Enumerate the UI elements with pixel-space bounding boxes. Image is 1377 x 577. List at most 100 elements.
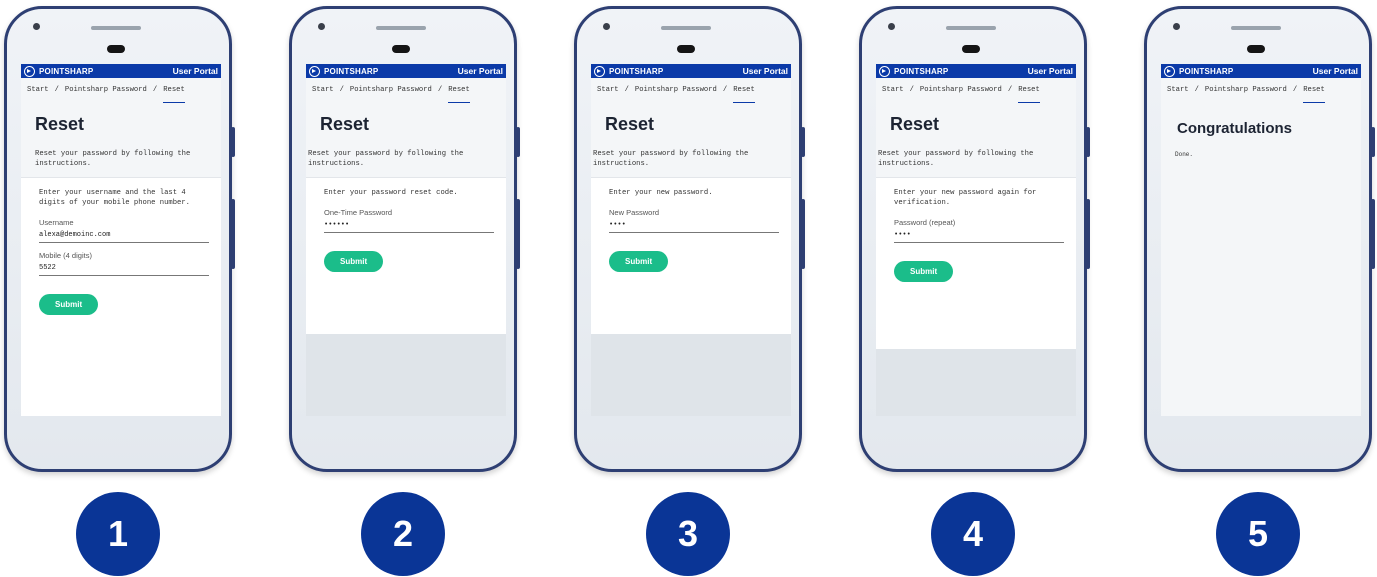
otp-input[interactable]: ••••••: [324, 221, 494, 233]
step-1: POINTSHARP User Portal Start / Pointsharp…: [4, 0, 235, 577]
form-instruction: Enter your username and the last 4 digit…: [39, 189, 190, 207]
top-bar: POINTSHARP User Portal: [1161, 64, 1361, 78]
breadcrumb: Start / Pointsharp Password / Reset: [306, 78, 506, 103]
reset-form: Enter your password reset code. One-Time…: [306, 177, 506, 334]
mobile-label: Mobile (4 digits): [39, 251, 92, 260]
breadcrumb-start[interactable]: Start: [597, 86, 619, 94]
phone-screen: POINTSHARP User Portal Start / Pointsharp…: [306, 64, 506, 416]
submit-button[interactable]: Submit: [324, 251, 384, 272]
page-title: Congratulations: [1177, 120, 1292, 137]
portal-title: User Portal: [172, 66, 218, 76]
earpiece: [107, 45, 125, 53]
speaker-grill: [1231, 26, 1281, 30]
portal-title: User Portal: [1027, 66, 1073, 76]
breadcrumb-start[interactable]: Start: [1167, 86, 1189, 94]
page-description: Reset your password by following the ins…: [593, 150, 749, 168]
speaker-grill: [946, 26, 996, 30]
breadcrumb-reset[interactable]: Reset: [1303, 86, 1325, 103]
form-instruction: Enter your new password.: [609, 189, 713, 197]
step-4: POINTSHARP User Portal Start / Pointsharp…: [859, 0, 1090, 577]
pointsharp-logo-icon: [594, 65, 605, 77]
phone-frame: POINTSHARP User Portal Start / Pointsharp…: [1144, 6, 1375, 472]
phone-screen: POINTSHARP User Portal Start / Pointsharp…: [1161, 64, 1361, 416]
password-repeat-label: Password (repeat): [894, 218, 956, 227]
status-message: Done.: [1175, 151, 1194, 158]
reset-form: Enter your new password again for verifi…: [876, 177, 1076, 349]
brand-name: POINTSHARP: [1179, 66, 1234, 76]
form-instruction: Enter your new password again for verifi…: [894, 189, 1037, 207]
new-password-input[interactable]: ••••: [609, 221, 779, 233]
page-title: Reset: [605, 114, 655, 134]
breadcrumb-pointsharp-password[interactable]: Pointsharp Password: [1205, 86, 1287, 94]
step-5: POINTSHARP User Portal Start / Pointsharp…: [1144, 0, 1375, 577]
portal-title: User Portal: [1312, 66, 1358, 76]
phone-screen: POINTSHARP User Portal Start / Pointsharp…: [876, 64, 1076, 416]
top-bar: POINTSHARP User Portal: [21, 64, 221, 78]
breadcrumb: Start / Pointsharp Password / Reset: [876, 78, 1076, 103]
brand-name: POINTSHARP: [894, 66, 949, 76]
submit-button[interactable]: Submit: [894, 261, 954, 282]
phone-frame: POINTSHARP User Portal Start / Pointsharp…: [574, 6, 805, 472]
page-title: Reset: [35, 114, 85, 134]
phone-frame: POINTSHARP User Portal Start / Pointsharp…: [289, 6, 520, 472]
earpiece: [677, 45, 695, 53]
speaker-grill: [661, 26, 711, 30]
brand-name: POINTSHARP: [609, 66, 664, 76]
username-input[interactable]: alexa@demoinc.com: [39, 231, 209, 243]
speaker-grill: [91, 26, 141, 30]
password-repeat-input[interactable]: ••••: [894, 231, 1064, 243]
step-2: POINTSHARP User Portal Start / Pointsharp…: [289, 0, 520, 577]
step-3: POINTSHARP User Portal Start / Pointsharp…: [574, 0, 805, 577]
brand-name: POINTSHARP: [39, 66, 94, 76]
pointsharp-logo-icon: [1164, 65, 1175, 77]
breadcrumb-pointsharp-password[interactable]: Pointsharp Password: [350, 86, 432, 94]
breadcrumb-start[interactable]: Start: [882, 86, 904, 94]
phone-screen: POINTSHARP User Portal Start / Pointsharp…: [591, 64, 791, 416]
step-number-badge: 1: [76, 492, 160, 576]
reset-form: Enter your new password. New Password ••…: [591, 177, 791, 334]
camera-icon: [318, 23, 325, 30]
camera-icon: [888, 23, 895, 30]
breadcrumb-reset[interactable]: Reset: [448, 86, 470, 103]
brand-name: POINTSHARP: [324, 66, 379, 76]
top-bar: POINTSHARP User Portal: [591, 64, 791, 78]
earpiece: [962, 45, 980, 53]
reset-form: Enter your username and the last 4 digit…: [21, 177, 221, 416]
camera-icon: [603, 23, 610, 30]
camera-icon: [1173, 23, 1180, 30]
breadcrumb-pointsharp-password[interactable]: Pointsharp Password: [920, 86, 1002, 94]
page-description: Reset your password by following the ins…: [308, 150, 464, 168]
new-password-label: New Password: [609, 208, 660, 217]
speaker-grill: [376, 26, 426, 30]
breadcrumb-reset[interactable]: Reset: [733, 86, 755, 103]
submit-button[interactable]: Submit: [609, 251, 669, 272]
portal-title: User Portal: [457, 66, 503, 76]
breadcrumb-pointsharp-password[interactable]: Pointsharp Password: [635, 86, 717, 94]
breadcrumb-start[interactable]: Start: [312, 86, 334, 94]
page-title: Reset: [320, 114, 370, 134]
phone-frame: POINTSHARP User Portal Start / Pointsharp…: [859, 6, 1090, 472]
page-description: Reset your password by following the ins…: [878, 150, 1034, 168]
page-title: Reset: [890, 114, 940, 134]
breadcrumb-start[interactable]: Start: [27, 86, 49, 94]
username-label: Username: [39, 218, 74, 227]
pointsharp-logo-icon: [309, 65, 320, 77]
step-number-badge: 5: [1216, 492, 1300, 576]
step-number-badge: 2: [361, 492, 445, 576]
camera-icon: [33, 23, 40, 30]
pointsharp-logo-icon: [24, 65, 35, 77]
breadcrumb-reset[interactable]: Reset: [163, 86, 185, 103]
step-number-badge: 3: [646, 492, 730, 576]
step-number-badge: 4: [931, 492, 1015, 576]
portal-title: User Portal: [742, 66, 788, 76]
breadcrumb-reset[interactable]: Reset: [1018, 86, 1040, 103]
page-description: Reset your password by following the ins…: [35, 150, 191, 168]
mobile-input[interactable]: 5522: [39, 264, 209, 276]
breadcrumb: Start / Pointsharp Password / Reset: [21, 78, 221, 103]
form-instruction: Enter your password reset code.: [324, 189, 458, 197]
top-bar: POINTSHARP User Portal: [876, 64, 1076, 78]
earpiece: [392, 45, 410, 53]
breadcrumb-pointsharp-password[interactable]: Pointsharp Password: [65, 86, 147, 94]
top-bar: POINTSHARP User Portal: [306, 64, 506, 78]
submit-button[interactable]: Submit: [39, 294, 99, 315]
